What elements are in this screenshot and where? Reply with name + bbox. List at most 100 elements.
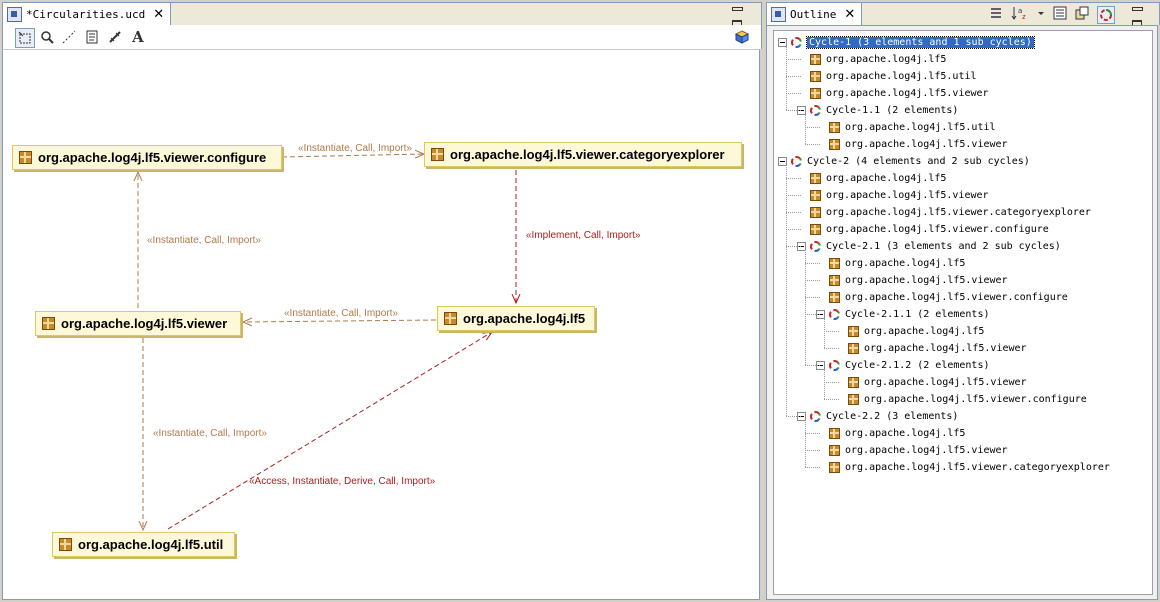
tree-item-label: org.apache.log4j.lf5 <box>845 428 966 439</box>
package-node-lf5[interactable]: org.apache.log4j.lf5 <box>437 306 595 331</box>
package-icon <box>848 343 859 354</box>
outline-tree[interactable]: Cycle-1 (3 elements and 1 sub cycles) org… <box>773 30 1153 595</box>
package-node-categoryexplorer[interactable]: org.apache.log4j.lf5.viewer.categoryexpl… <box>424 142 742 167</box>
package-icon <box>810 173 821 184</box>
package-node-label: org.apache.log4j.lf5.util <box>78 537 224 552</box>
outline-panel: Outline ✕ az Cycle-1 (3 elements and 1 s… <box>764 0 1160 602</box>
tree-item-package[interactable]: org.apache.log4j.lf5.viewer <box>816 442 1008 459</box>
package-icon <box>19 151 32 164</box>
cycle-icon <box>810 241 821 252</box>
tree-item-package[interactable]: org.apache.log4j.lf5.viewer <box>835 340 1027 357</box>
tree-connector <box>805 420 806 467</box>
tree-item-package[interactable]: org.apache.log4j.lf5.viewer <box>816 136 1008 153</box>
package-icon <box>431 148 444 161</box>
tree-connector <box>824 318 825 348</box>
tree-item-cycle[interactable]: Cycle-2.1.1 (2 elements) <box>816 306 990 323</box>
tree-item-label: org.apache.log4j.lf5.viewer <box>845 275 1008 286</box>
package-icon <box>848 394 859 405</box>
tree-item-package[interactable]: org.apache.log4j.lf5.viewer.categoryexpl… <box>816 459 1110 476</box>
tree-connector <box>805 365 820 366</box>
package-icon <box>829 445 840 456</box>
tree-connector <box>786 195 801 196</box>
package-node-label: org.apache.log4j.lf5.viewer <box>61 316 228 331</box>
package-icon <box>59 538 72 551</box>
tree-item-label: org.apache.log4j.lf5.viewer <box>864 377 1027 388</box>
tree-item-package[interactable]: org.apache.log4j.lf5.viewer.configure <box>835 391 1087 408</box>
package-icon <box>829 292 840 303</box>
tree-item-cycle[interactable]: Cycle-1.1 (2 elements) <box>797 102 958 119</box>
package-icon <box>829 428 840 439</box>
package-icon <box>848 326 859 337</box>
tree-item-cycle[interactable]: Cycle-2 (4 elements and 2 sub cycles) <box>778 153 1030 170</box>
tree-item-package[interactable]: org.apache.log4j.lf5 <box>835 323 984 340</box>
package-icon <box>810 190 821 201</box>
tree-item-package[interactable]: org.apache.log4j.lf5.viewer.categoryexpl… <box>797 204 1091 221</box>
tree-connector <box>786 212 801 213</box>
tree-connector <box>824 399 839 400</box>
minimize-icon[interactable] <box>1131 5 1143 16</box>
package-icon <box>810 88 821 99</box>
tree-item-label: Cycle-1 (3 elements and 1 sub cycles) <box>806 36 1035 49</box>
tree-item-package[interactable]: org.apache.log4j.lf5 <box>797 51 946 68</box>
tree-item-label: Cycle-1.1 (2 elements) <box>826 105 959 116</box>
tree-connector <box>786 76 801 77</box>
dropdown-icon[interactable] <box>1037 6 1045 20</box>
package-node-viewer[interactable]: org.apache.log4j.lf5.viewer <box>35 311 241 336</box>
package-node-util[interactable]: org.apache.log4j.lf5.util <box>52 532 235 557</box>
tree-connector <box>786 178 801 179</box>
tree-item-label: org.apache.log4j.lf5 <box>826 173 947 184</box>
package-icon <box>810 54 821 65</box>
package-icon <box>810 71 821 82</box>
tree-connector <box>805 314 820 315</box>
dependency-edges <box>0 0 762 602</box>
hierarchical-layout-icon[interactable] <box>1075 6 1089 20</box>
tree-connector <box>805 114 806 144</box>
outline-tab[interactable]: Outline ✕ <box>767 3 863 25</box>
tree-item-cycle[interactable]: Cycle-2.1 (3 elements and 2 sub cycles) <box>797 238 1061 255</box>
diagram-editor-panel: *Circularities.ucd ✕ A «Instantiate, Cal… <box>0 0 762 602</box>
outline-tree-container: Cycle-1 (3 elements and 1 sub cycles) org… <box>766 25 1158 600</box>
package-icon <box>829 462 840 473</box>
cycles-icon[interactable] <box>1097 6 1115 24</box>
tree-connector <box>805 280 820 281</box>
tree-item-package[interactable]: org.apache.log4j.lf5.viewer.configure <box>816 289 1068 306</box>
svg-text:z: z <box>1022 13 1026 20</box>
list-view-icon[interactable] <box>989 6 1003 20</box>
outline-icon <box>771 6 786 22</box>
package-icon <box>829 258 840 269</box>
tree-item-cycle[interactable]: Cycle-1 (3 elements and 1 sub cycles) <box>778 34 1035 51</box>
tree-item-label: org.apache.log4j.lf5.viewer <box>864 343 1027 354</box>
sort-az-icon[interactable]: az <box>1011 6 1029 20</box>
close-icon[interactable]: ✕ <box>844 7 855 22</box>
tree-connector <box>805 127 820 128</box>
tree-connector <box>805 433 820 434</box>
tree-item-label: org.apache.log4j.lf5.viewer.configure <box>845 292 1068 303</box>
package-icon <box>848 377 859 388</box>
tree-item-package[interactable]: org.apache.log4j.lf5 <box>816 425 965 442</box>
tree-connector <box>805 144 820 145</box>
tree-connector <box>786 246 801 247</box>
tree-connector <box>786 416 801 417</box>
tree-item-package[interactable]: org.apache.log4j.lf5.util <box>816 119 996 136</box>
tree-item-package[interactable]: org.apache.log4j.lf5.viewer <box>816 272 1008 289</box>
flat-layout-icon[interactable] <box>1053 6 1067 20</box>
edge-label-util-lf5: «Access, Instantiate, Derive, Call, Impo… <box>249 476 436 487</box>
tree-item-package[interactable]: org.apache.log4j.lf5 <box>797 170 946 187</box>
tree-item-package[interactable]: org.apache.log4j.lf5.viewer <box>797 85 989 102</box>
outline-tab-bar: Outline ✕ az <box>766 2 1160 30</box>
tree-item-label: Cycle-2.1.1 (2 elements) <box>845 309 990 320</box>
cycle-icon <box>829 360 840 371</box>
tree-connector <box>824 369 825 399</box>
edge-label-configure-categoryexplorer: «Instantiate, Call, Import» <box>298 143 412 154</box>
package-node-configure[interactable]: org.apache.log4j.lf5.viewer.configure <box>12 145 282 170</box>
tree-item-label: org.apache.log4j.lf5.viewer <box>826 190 989 201</box>
edge-configure-categoryexplorer <box>281 154 424 157</box>
tree-item-package[interactable]: org.apache.log4j.lf5 <box>816 255 965 272</box>
tree-item-cycle[interactable]: Cycle-2.2 (3 elements) <box>797 408 958 425</box>
tree-item-package[interactable]: org.apache.log4j.lf5.util <box>797 68 977 85</box>
package-icon <box>444 312 457 325</box>
tree-item-package[interactable]: org.apache.log4j.lf5.viewer <box>797 187 989 204</box>
tree-item-package[interactable]: org.apache.log4j.lf5.viewer.configure <box>797 221 1049 238</box>
tree-item-cycle[interactable]: Cycle-2.1.2 (2 elements) <box>816 357 990 374</box>
tree-item-package[interactable]: org.apache.log4j.lf5.viewer <box>835 374 1027 391</box>
